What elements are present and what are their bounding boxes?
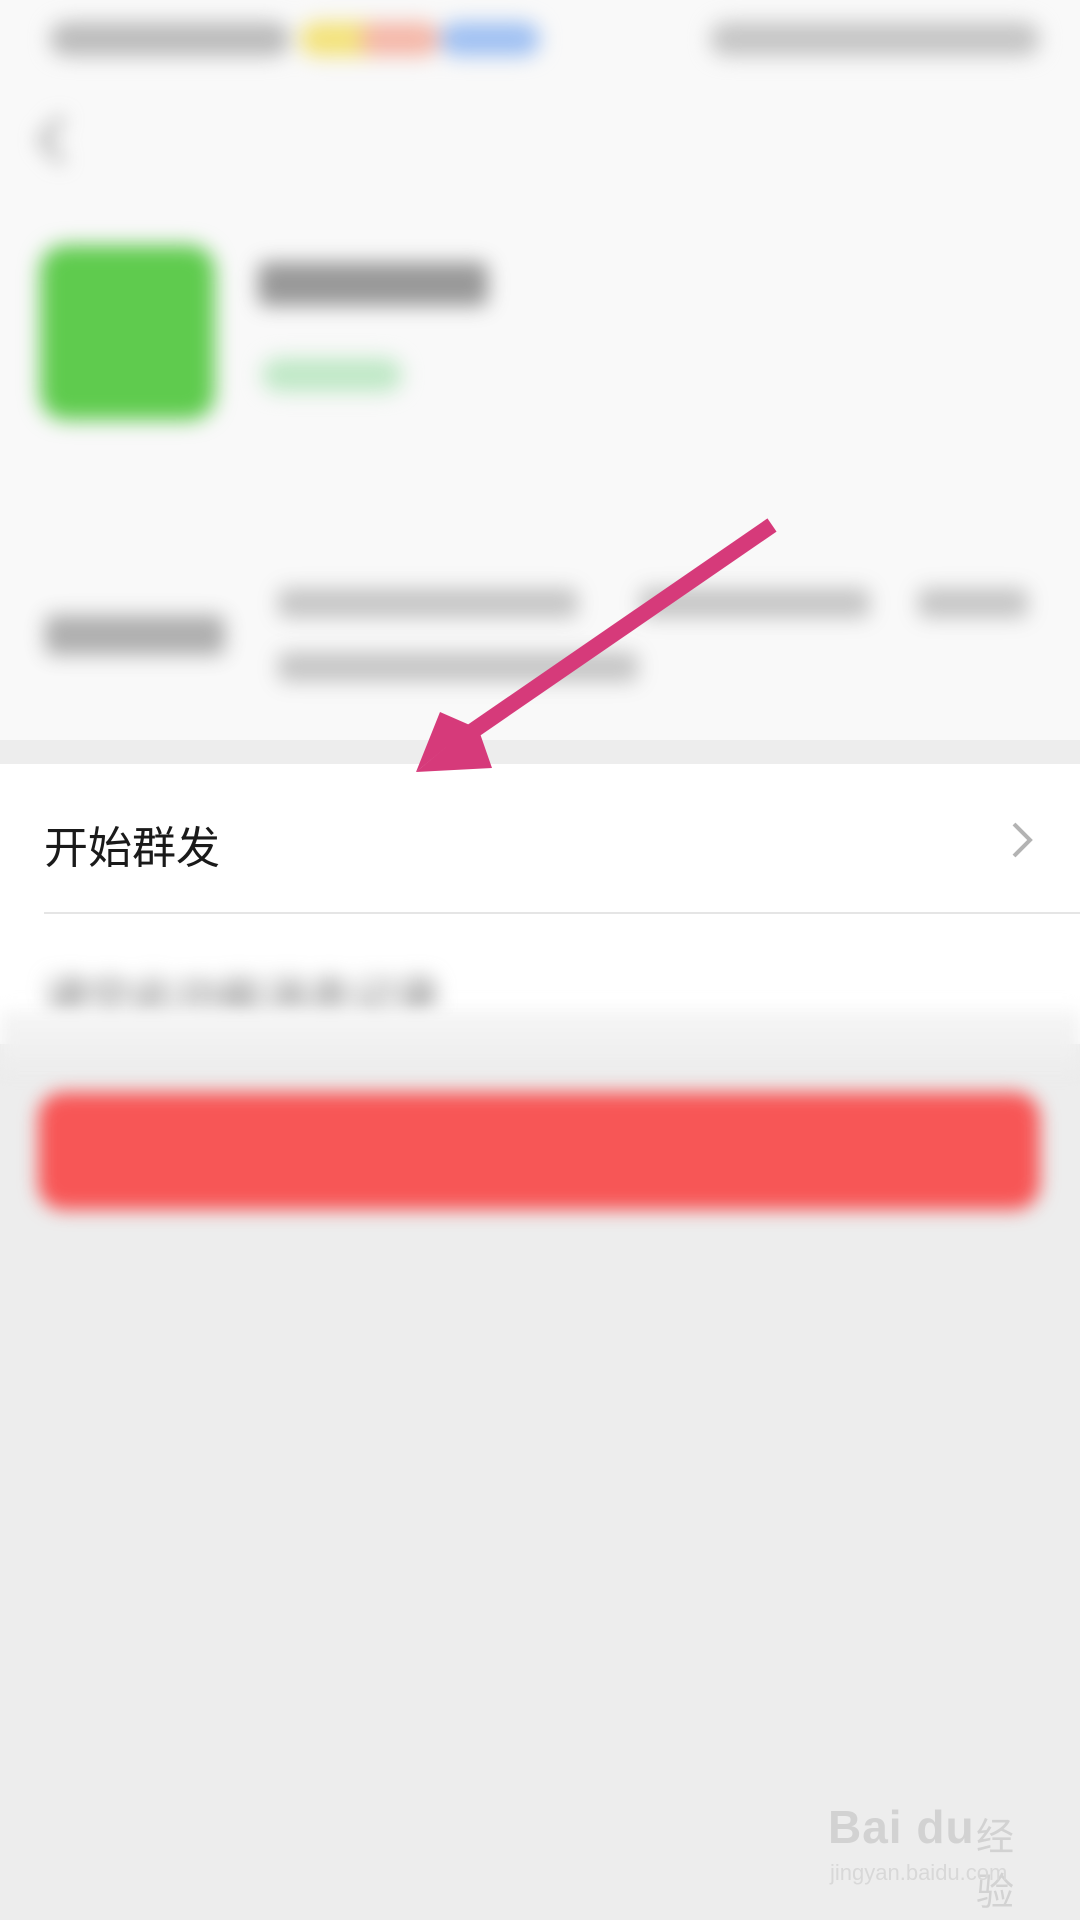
description-line	[640, 588, 870, 618]
settings-list: 开始群发 请空此功能消息记录	[0, 764, 1080, 1044]
list-footer-shadow	[0, 1010, 1080, 1070]
primary-action-button[interactable]	[38, 1092, 1040, 1210]
status-bar-left-icons	[50, 22, 290, 56]
description-line	[278, 588, 578, 618]
start-broadcast-label: 开始群发	[44, 823, 220, 874]
watermark-brand: Bai du	[828, 1801, 975, 1853]
description-label	[45, 615, 225, 655]
section-gap	[0, 740, 1080, 764]
status-bar	[0, 0, 1080, 80]
status-bar-right-icons	[710, 22, 1040, 56]
watermark-url: jingyan.baidu.com	[830, 1860, 1008, 1885]
app-badge	[262, 358, 402, 392]
start-broadcast-item[interactable]: 开始群发	[0, 764, 1080, 914]
description-line	[918, 588, 1028, 618]
app-info-section	[0, 0, 1080, 740]
app-name	[258, 262, 488, 306]
chevron-right-icon	[1006, 820, 1036, 860]
status-bar-pink-icon	[360, 22, 440, 56]
description-line	[278, 652, 638, 682]
app-icon	[40, 245, 215, 420]
baidu-jingyan-watermark: Bai du 经验 jingyan.baidu.com	[828, 1800, 1028, 1914]
status-bar-blue-icon	[440, 22, 540, 56]
back-arrow-icon[interactable]	[32, 110, 72, 170]
